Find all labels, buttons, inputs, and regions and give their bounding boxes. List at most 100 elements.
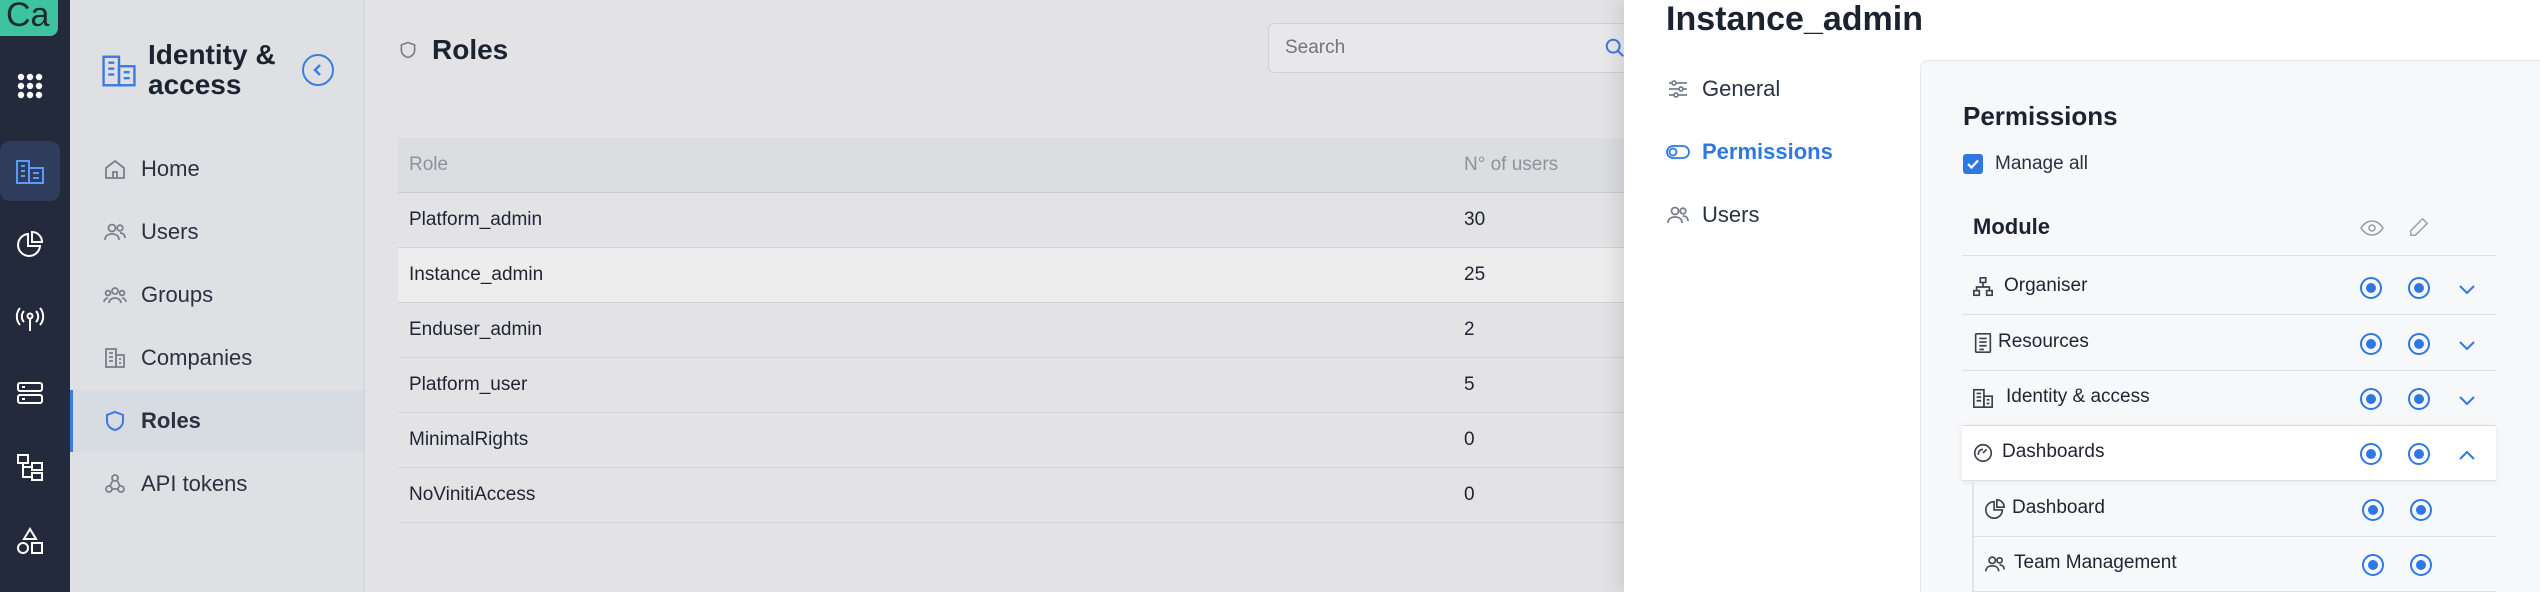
page-title-text: Roles bbox=[432, 34, 509, 65]
user-count: 0 bbox=[1453, 412, 1638, 468]
edit-permission-radio[interactable] bbox=[2408, 388, 2430, 410]
sidebar-item-label: Companies bbox=[141, 345, 253, 370]
search-box bbox=[1268, 23, 1628, 73]
section-title: Identity & access bbox=[148, 39, 276, 100]
chevron-left-icon bbox=[313, 64, 321, 76]
role-name: Platform_admin bbox=[398, 192, 1453, 248]
hierarchy-icon[interactable] bbox=[0, 437, 60, 497]
chevron-down-icon[interactable] bbox=[2456, 334, 2478, 356]
chevron-down-icon[interactable] bbox=[2456, 278, 2478, 300]
edit-permission-radio[interactable] bbox=[2408, 443, 2430, 465]
edit-permission-radio[interactable] bbox=[2410, 554, 2432, 576]
table-row[interactable]: Platform_admin 30 bbox=[398, 192, 1638, 248]
server-icon[interactable] bbox=[0, 363, 60, 423]
module-header-label: Module bbox=[1973, 214, 2050, 239]
sidebar-item-groups[interactable]: Groups bbox=[70, 264, 364, 326]
user-count: 30 bbox=[1453, 192, 1638, 248]
sliders-icon bbox=[1669, 80, 1687, 98]
app-logo[interactable]: Ca bbox=[0, 0, 58, 36]
users-icon bbox=[1985, 556, 2005, 572]
chevron-up-icon[interactable] bbox=[2456, 444, 2478, 466]
sidebar-item-home[interactable]: Home bbox=[70, 138, 364, 200]
table-row[interactable]: Enduser_admin 2 bbox=[398, 302, 1638, 358]
toggle-icon bbox=[1666, 145, 1690, 159]
view-permission-radio[interactable] bbox=[2360, 443, 2382, 465]
module-label: Organiser bbox=[2004, 275, 2088, 296]
roles-table: Role N° of users Platform_admin 30 Insta… bbox=[398, 138, 1638, 523]
tab-users[interactable]: Users bbox=[1666, 202, 1759, 228]
building-icon bbox=[102, 55, 136, 87]
role-name: Instance_admin bbox=[398, 247, 1453, 303]
gauge-icon bbox=[1973, 443, 1993, 463]
pie-chart-icon bbox=[1985, 499, 2005, 519]
column-header-users[interactable]: N° of users bbox=[1453, 138, 1638, 193]
edit-permission-radio[interactable] bbox=[2408, 277, 2430, 299]
role-name: Enduser_admin bbox=[398, 302, 1453, 358]
submodule-row-dashboard[interactable]: Dashboard bbox=[1972, 482, 2496, 537]
collapse-sidebar-button[interactable] bbox=[302, 54, 334, 86]
column-header-role[interactable]: Role bbox=[398, 138, 1453, 193]
module-row-resources[interactable]: Resources bbox=[1962, 316, 2496, 371]
api-token-icon bbox=[105, 474, 125, 493]
tab-permissions[interactable]: Permissions bbox=[1666, 139, 1833, 165]
module-row-dashboards[interactable]: Dashboards bbox=[1962, 426, 2496, 481]
tab-general[interactable]: General bbox=[1666, 76, 1780, 102]
shapes-icon[interactable] bbox=[0, 511, 60, 571]
edit-permission-radio[interactable] bbox=[2410, 499, 2432, 521]
shield-icon bbox=[106, 410, 124, 432]
panel-title: Instance_admin bbox=[1666, 0, 1923, 38]
table-row[interactable]: NoVinitiAccess 0 bbox=[398, 467, 1638, 523]
pie-chart-icon[interactable] bbox=[0, 215, 60, 275]
module-label: Identity & access bbox=[2006, 386, 2150, 407]
companies-icon bbox=[105, 348, 125, 368]
module-header-row: Module bbox=[1962, 200, 2496, 256]
view-permission-radio[interactable] bbox=[2360, 333, 2382, 355]
table-row[interactable]: MinimalRights 0 bbox=[398, 412, 1638, 468]
page-title: Roles bbox=[398, 34, 508, 66]
view-permission-radio[interactable] bbox=[2362, 499, 2384, 521]
module-row-identity-access[interactable]: Identity & access bbox=[1962, 371, 2496, 426]
user-count: 5 bbox=[1453, 357, 1638, 413]
users-icon bbox=[1667, 206, 1689, 224]
eye-icon bbox=[2360, 220, 2384, 236]
submodule-label: Team Management bbox=[2014, 552, 2177, 573]
submodule-label: Dashboard bbox=[2012, 497, 2105, 518]
tab-label: Permissions bbox=[1702, 139, 1833, 164]
sidebar-item-label: Groups bbox=[141, 282, 214, 307]
user-count: 25 bbox=[1453, 247, 1638, 303]
section-sidebar: Identity & access Home Users Groups Comp… bbox=[70, 0, 365, 592]
home-icon bbox=[105, 159, 125, 179]
sidebar-item-companies[interactable]: Companies bbox=[70, 327, 364, 389]
building-icon bbox=[1973, 388, 1993, 408]
sidebar-item-api-tokens[interactable]: API tokens bbox=[70, 453, 364, 515]
tab-label: Users bbox=[1702, 202, 1760, 227]
apps-grid-icon[interactable] bbox=[0, 56, 60, 116]
table-header-row: Role N° of users bbox=[398, 138, 1638, 193]
table-row[interactable]: Platform_user 5 bbox=[398, 357, 1638, 413]
view-permission-radio[interactable] bbox=[2362, 554, 2384, 576]
org-chart-icon bbox=[1973, 277, 1993, 297]
submodule-row-team-management[interactable]: Team Management bbox=[1972, 537, 2496, 592]
sidebar-item-users[interactable]: Users bbox=[70, 201, 364, 263]
building-icon[interactable] bbox=[0, 141, 60, 201]
sidebar-item-roles[interactable]: Roles bbox=[70, 390, 364, 452]
sidebar-item-label: Users bbox=[141, 219, 199, 244]
view-permission-radio[interactable] bbox=[2360, 277, 2382, 299]
app-rail: Ca bbox=[0, 0, 70, 592]
module-row-organiser[interactable]: Organiser bbox=[1962, 260, 2496, 315]
search-icon[interactable] bbox=[1604, 37, 1626, 59]
role-name: MinimalRights bbox=[398, 412, 1453, 468]
antenna-icon[interactable] bbox=[0, 289, 60, 349]
table-row-selected[interactable]: Instance_admin 25 bbox=[398, 247, 1638, 303]
chevron-down-icon[interactable] bbox=[2456, 389, 2478, 411]
sidebar-item-label: Roles bbox=[141, 408, 201, 433]
search-input[interactable] bbox=[1285, 37, 1585, 59]
groups-icon bbox=[103, 287, 127, 304]
sidebar-item-label: Home bbox=[141, 156, 200, 181]
user-count: 0 bbox=[1453, 467, 1638, 523]
edit-permission-radio[interactable] bbox=[2408, 333, 2430, 355]
sidebar-item-label: API tokens bbox=[141, 471, 248, 496]
role-name: Platform_user bbox=[398, 357, 1453, 413]
view-permission-radio[interactable] bbox=[2360, 388, 2382, 410]
module-permissions-list: Module Organiser Resources Identity & ac… bbox=[1920, 0, 2540, 592]
